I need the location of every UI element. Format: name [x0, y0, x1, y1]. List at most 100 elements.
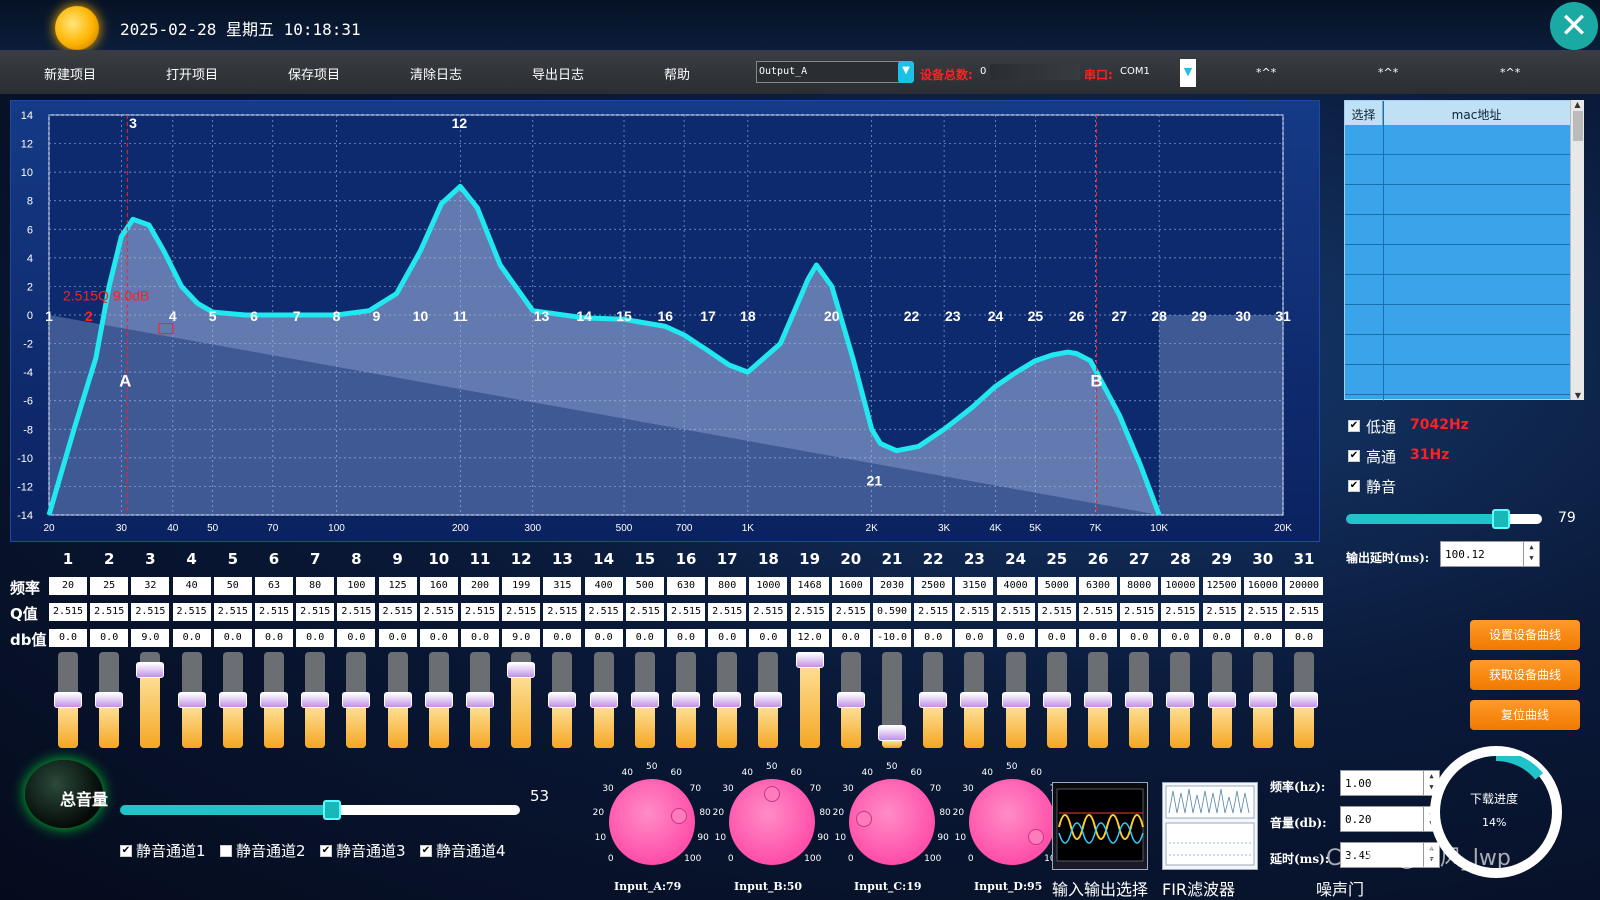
db-cell[interactable]: 0.0	[1120, 629, 1159, 647]
db-cell[interactable]: 0.0	[419, 629, 458, 647]
freq-cell[interactable]: 3150	[955, 577, 994, 595]
freq-cell[interactable]: 125	[378, 577, 417, 595]
close-button[interactable]: ✕	[1550, 2, 1598, 50]
band-point-label[interactable]: 28	[1151, 308, 1167, 324]
table-row[interactable]	[1345, 125, 1571, 155]
device-table-scrollbar[interactable]: ▲ ▼	[1570, 100, 1584, 400]
q-cell[interactable]: 2.515	[296, 603, 335, 621]
eq-curve-chart[interactable]: 14 12 10 8 6 4 2 0 -2 -4 -6 -8 -10 -12 -14 20 30 40 50 70 10…	[10, 72, 1320, 542]
band-point-label[interactable]: 8	[333, 308, 341, 324]
fir-filter-thumbnail[interactable]	[1162, 782, 1258, 870]
fader-knob[interactable]	[95, 692, 124, 708]
output-select[interactable]: Output_A	[756, 61, 906, 83]
freq-cell[interactable]: 400	[584, 577, 623, 595]
table-row[interactable]	[1345, 305, 1571, 335]
freq-cell[interactable]: 315	[543, 577, 582, 595]
input-gain-dial[interactable]	[969, 779, 1055, 865]
q-cell[interactable]: 2.515	[419, 603, 458, 621]
fader-knob[interactable]	[713, 692, 742, 708]
freq-cell[interactable]: 1000	[749, 577, 788, 595]
band-point-label[interactable]: 15	[616, 308, 632, 324]
scroll-thumb[interactable]	[1572, 111, 1583, 141]
fader-knob[interactable]	[1207, 692, 1236, 708]
output-delay-input[interactable]: 100.12 ▲ ▼	[1440, 541, 1540, 567]
set-device-curve-button[interactable]: 设置设备曲线	[1470, 620, 1580, 650]
db-cell[interactable]: 0.0	[1037, 629, 1076, 647]
fader-knob[interactable]	[507, 662, 536, 678]
fader-knob[interactable]	[795, 652, 824, 668]
band-point-label[interactable]: 6	[250, 308, 258, 324]
fader-knob[interactable]	[218, 692, 247, 708]
table-row[interactable]	[1345, 335, 1571, 365]
master-volume-slider[interactable]	[120, 805, 520, 815]
db-cell[interactable]: 0.0	[213, 629, 252, 647]
freq-cell[interactable]: 1468	[790, 577, 829, 595]
freq-cell[interactable]: 6300	[1079, 577, 1117, 595]
fader-knob[interactable]	[383, 692, 412, 708]
db-cell[interactable]: 0.0	[1161, 629, 1200, 647]
db-cell[interactable]: 0.0	[378, 629, 417, 647]
q-cell[interactable]: 2.515	[996, 603, 1035, 621]
mute-output-checkbox[interactable]: ✔	[1348, 480, 1360, 492]
db-cell[interactable]: 0.0	[49, 629, 87, 647]
mute-channel-checkbox[interactable]: ✔	[120, 845, 132, 857]
freq-cell[interactable]: 20	[49, 577, 87, 595]
get-device-curve-button[interactable]: 获取设备曲线	[1470, 660, 1580, 690]
freq-cell[interactable]: 630	[667, 577, 705, 595]
q-cell[interactable]: 2.515	[461, 603, 499, 621]
band-point-label[interactable]: 7	[293, 308, 301, 324]
fader-knob[interactable]	[1125, 692, 1154, 708]
fader-knob[interactable]	[1042, 692, 1071, 708]
q-cell[interactable]: 2.515	[667, 603, 705, 621]
band-point-label[interactable]: 14	[576, 308, 592, 324]
freq-cell[interactable]: 2500	[914, 577, 953, 595]
band-point-label[interactable]: 26	[1069, 308, 1085, 324]
freq-cell[interactable]: 5000	[1037, 577, 1076, 595]
db-cell[interactable]: 0.0	[625, 629, 664, 647]
band-point-label[interactable]: 24	[988, 308, 1004, 324]
input-gain-dial[interactable]	[609, 779, 695, 865]
db-cell[interactable]: 0.0	[584, 629, 623, 647]
q-cell[interactable]: 2.515	[708, 603, 747, 621]
freq-cell[interactable]: 80	[296, 577, 335, 595]
db-cell[interactable]: 0.0	[1202, 629, 1241, 647]
output-volume-slider-thumb[interactable]	[1491, 509, 1510, 529]
q-cell[interactable]: 0.590	[873, 603, 911, 621]
gate-freq-input[interactable]: 1.00 ▲ ▼	[1340, 770, 1440, 796]
device-table[interactable]: 选择 mac地址	[1344, 100, 1584, 401]
db-cell[interactable]: 9.0	[502, 629, 541, 647]
band-point-label[interactable]: 22	[904, 308, 920, 324]
q-cell[interactable]: 2.515	[213, 603, 252, 621]
q-cell[interactable]: 2.515	[1120, 603, 1159, 621]
freq-cell[interactable]: 8000	[1120, 577, 1159, 595]
q-cell[interactable]: 2.515	[1079, 603, 1117, 621]
spin-arrows-icon[interactable]: ▲ ▼	[1523, 542, 1539, 566]
fader-knob[interactable]	[260, 692, 288, 708]
freq-cell[interactable]: 12500	[1202, 577, 1241, 595]
fader-knob[interactable]	[630, 692, 659, 708]
freq-cell[interactable]: 4000	[996, 577, 1035, 595]
lowpass-checkbox[interactable]: ✔	[1348, 420, 1360, 432]
db-cell[interactable]: 0.0	[996, 629, 1035, 647]
mute-channel-checkbox[interactable]	[220, 845, 232, 857]
menu-new-project[interactable]: 新建项目	[44, 64, 96, 83]
db-cell[interactable]: 0.0	[172, 629, 211, 647]
gate-volume-input[interactable]: 0.20 ▲ ▼	[1340, 806, 1440, 832]
freq-cell[interactable]: 200	[461, 577, 499, 595]
fader-knob[interactable]	[960, 692, 989, 708]
input-gain-dial[interactable]	[849, 779, 935, 865]
band-point-label[interactable]: 2	[85, 308, 93, 324]
db-cell[interactable]: 0.0	[955, 629, 994, 647]
band-point-label[interactable]: 23	[945, 308, 961, 324]
io-select-thumbnail[interactable]	[1052, 782, 1148, 870]
table-row[interactable]	[1345, 155, 1571, 185]
freq-cell[interactable]: 32	[131, 577, 170, 595]
fader-knob[interactable]	[1084, 692, 1112, 708]
band-point-label[interactable]: 25	[1028, 308, 1044, 324]
fader-knob[interactable]	[1290, 692, 1318, 708]
q-cell[interactable]: 2.515	[1037, 603, 1076, 621]
fader-knob[interactable]	[1166, 692, 1195, 708]
q-cell[interactable]: 2.515	[337, 603, 376, 621]
port-dropdown-button[interactable]: ▼	[1180, 59, 1196, 87]
db-cell[interactable]: 0.0	[255, 629, 293, 647]
